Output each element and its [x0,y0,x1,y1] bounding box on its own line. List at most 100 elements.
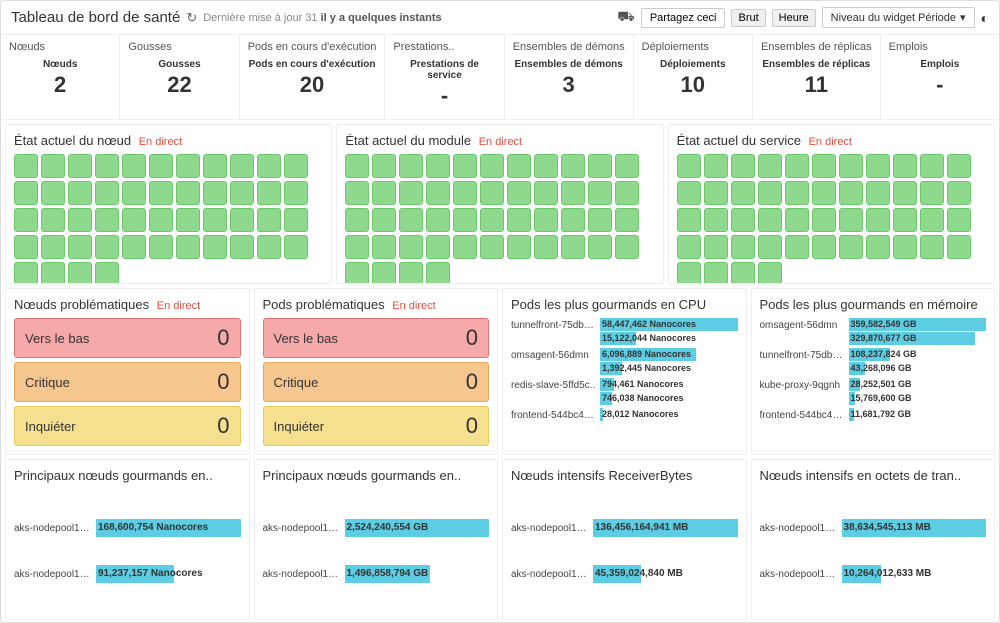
status-tile[interactable] [41,208,65,232]
status-tile[interactable] [122,208,146,232]
status-tile[interactable] [203,154,227,178]
status-tile[interactable] [399,208,423,232]
status-bar-crit[interactable]: Critique0 [14,362,241,402]
status-tile[interactable] [480,235,504,259]
status-tile[interactable] [588,235,612,259]
status-tile[interactable] [257,154,281,178]
status-tile[interactable] [480,181,504,205]
status-tile[interactable] [372,262,396,284]
status-tile[interactable] [677,262,701,284]
status-tile[interactable] [866,235,890,259]
status-tile[interactable] [149,208,173,232]
status-tile[interactable] [866,208,890,232]
status-tile[interactable] [480,154,504,178]
stat-card[interactable]: EmploisEmplois- [881,35,999,119]
status-tile[interactable] [507,181,531,205]
status-tile[interactable] [176,235,200,259]
status-tile[interactable] [534,181,558,205]
stat-card[interactable]: GoussesGousses22 [120,35,239,119]
status-tile[interactable] [426,154,450,178]
status-bar-worry[interactable]: Inquiéter0 [263,406,490,446]
status-tile[interactable] [14,235,38,259]
status-tile[interactable] [561,181,585,205]
status-tile[interactable] [453,208,477,232]
status-tile[interactable] [893,154,917,178]
status-tile[interactable] [731,235,755,259]
status-tile[interactable] [149,235,173,259]
status-tile[interactable] [41,235,65,259]
status-tile[interactable] [345,208,369,232]
status-tile[interactable] [839,154,863,178]
status-tile[interactable] [95,262,119,284]
status-tile[interactable] [426,262,450,284]
status-tile[interactable] [14,208,38,232]
status-tile[interactable] [257,208,281,232]
status-tile[interactable] [230,181,254,205]
status-tile[interactable] [758,262,782,284]
status-tile[interactable] [122,154,146,178]
status-tile[interactable] [480,208,504,232]
status-tile[interactable] [704,181,728,205]
status-tile[interactable] [947,235,971,259]
status-tile[interactable] [704,262,728,284]
status-bar-worry[interactable]: Inquiéter0 [14,406,241,446]
share-button[interactable]: Partagez ceci [641,8,726,28]
status-tile[interactable] [920,181,944,205]
status-tile[interactable] [812,154,836,178]
status-tile[interactable] [453,154,477,178]
status-tile[interactable] [677,181,701,205]
status-tile[interactable] [785,208,809,232]
status-tile[interactable] [149,154,173,178]
stat-card[interactable]: Pods en cours d'exécutionPods en cours d… [240,35,386,119]
status-tile[interactable] [812,208,836,232]
status-tile[interactable] [203,235,227,259]
status-tile[interactable] [785,181,809,205]
status-tile[interactable] [677,235,701,259]
status-tile[interactable] [893,235,917,259]
status-tile[interactable] [920,235,944,259]
status-tile[interactable] [95,154,119,178]
status-tile[interactable] [149,181,173,205]
status-tile[interactable] [839,235,863,259]
status-tile[interactable] [677,154,701,178]
status-tile[interactable] [176,154,200,178]
status-tile[interactable] [345,154,369,178]
status-tile[interactable] [758,208,782,232]
status-tile[interactable] [920,208,944,232]
status-tile[interactable] [561,208,585,232]
status-tile[interactable] [947,154,971,178]
dark-mode-icon[interactable]: ◐ [981,10,989,26]
status-tile[interactable] [812,235,836,259]
status-tile[interactable] [95,208,119,232]
status-tile[interactable] [893,208,917,232]
status-tile[interactable] [41,181,65,205]
status-tile[interactable] [68,154,92,178]
status-tile[interactable] [426,181,450,205]
status-tile[interactable] [41,262,65,284]
status-tile[interactable] [947,208,971,232]
status-tile[interactable] [507,208,531,232]
status-tile[interactable] [615,181,639,205]
status-tile[interactable] [507,154,531,178]
stat-card[interactable]: Ensembles de démonsEnsembles de démons3 [505,35,634,119]
status-tile[interactable] [95,181,119,205]
truck-icon[interactable]: ⛟ [617,8,635,27]
status-tile[interactable] [615,235,639,259]
status-tile[interactable] [230,208,254,232]
status-tile[interactable] [345,181,369,205]
status-tile[interactable] [561,235,585,259]
status-tile[interactable] [731,181,755,205]
status-tile[interactable] [920,154,944,178]
status-tile[interactable] [785,235,809,259]
status-tile[interactable] [453,181,477,205]
status-tile[interactable] [230,154,254,178]
status-tile[interactable] [230,235,254,259]
period-dropdown[interactable]: Niveau du widget Période ▾ [822,7,975,28]
status-bar-down[interactable]: Vers le bas0 [14,318,241,358]
status-tile[interactable] [68,181,92,205]
status-tile[interactable] [812,181,836,205]
status-tile[interactable] [758,154,782,178]
status-tile[interactable] [947,181,971,205]
status-tile[interactable] [839,181,863,205]
status-tile[interactable] [758,235,782,259]
